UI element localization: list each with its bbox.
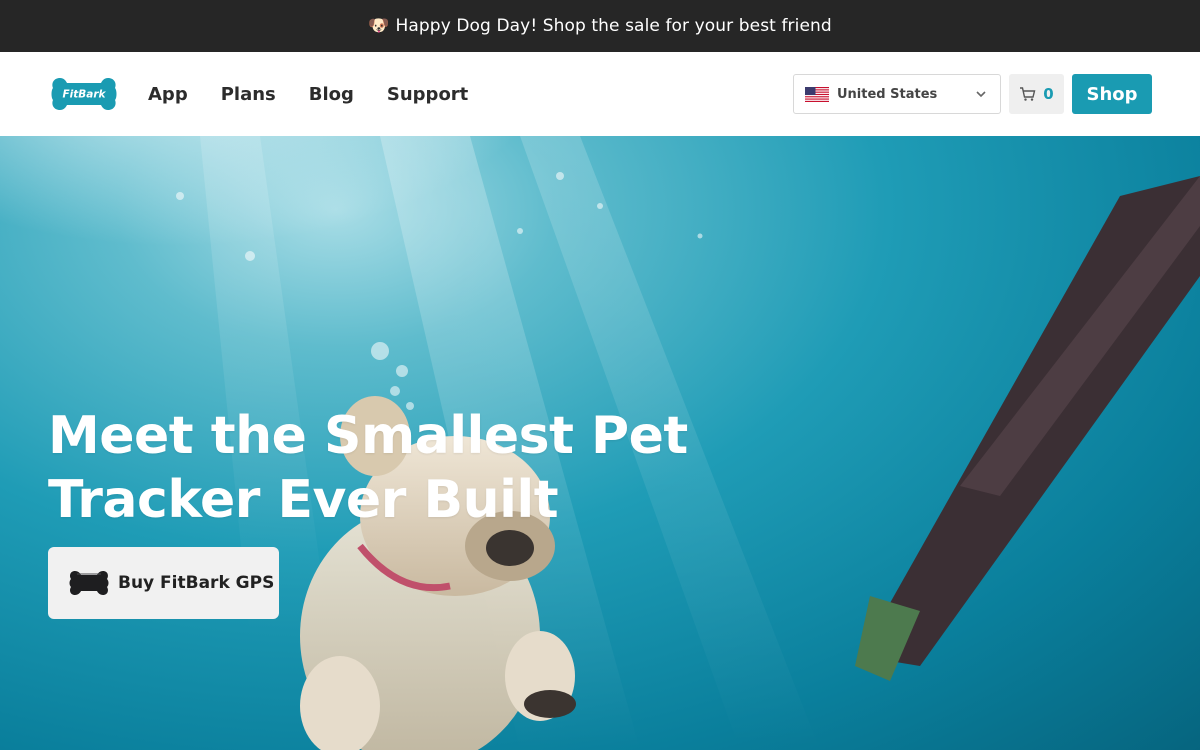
country-value: United States: [837, 86, 938, 102]
main-nav: App Plans Blog Support: [148, 52, 501, 136]
shop-button[interactable]: Shop: [1072, 74, 1152, 114]
site-header: FitBark App Plans Blog Support United St…: [0, 52, 1200, 136]
logo-text: FitBark: [62, 89, 106, 101]
us-flag-icon: [805, 86, 829, 102]
chevron-down-icon: [976, 91, 986, 98]
hero-section: Meet the Smallest Pet Tracker Ever Built…: [0, 136, 1200, 750]
headline-line-2: Tracker Ever Built: [48, 470, 559, 530]
announcement-bar[interactable]: 🐶 Happy Dog Day! Shop the sale for your …: [0, 0, 1200, 52]
cart-icon: [1020, 87, 1036, 101]
nav-support[interactable]: Support: [387, 84, 468, 105]
dog-emoji-icon: 🐶: [368, 16, 390, 36]
nav-blog[interactable]: Blog: [309, 84, 354, 105]
tracker-device-icon: [69, 571, 109, 595]
fitbark-logo[interactable]: FitBark: [50, 74, 118, 114]
hero-headline: Meet the Smallest Pet Tracker Ever Built: [48, 404, 688, 532]
headline-line-1: Meet the Smallest Pet: [48, 406, 688, 466]
buy-button-label: Buy FitBark GPS: [118, 573, 275, 593]
country-select[interactable]: United States: [793, 74, 1001, 114]
stick-illustration: [855, 176, 1200, 681]
cart-count: 0: [1043, 85, 1054, 103]
cart-button[interactable]: 0: [1009, 74, 1064, 114]
bone-logo-icon: FitBark: [51, 78, 117, 110]
nav-app[interactable]: App: [148, 84, 188, 105]
nav-plans[interactable]: Plans: [221, 84, 276, 105]
announcement-text: Happy Dog Day! Shop the sale for your be…: [395, 16, 832, 36]
buy-fitbark-gps-button[interactable]: Buy FitBark GPS: [48, 547, 279, 619]
